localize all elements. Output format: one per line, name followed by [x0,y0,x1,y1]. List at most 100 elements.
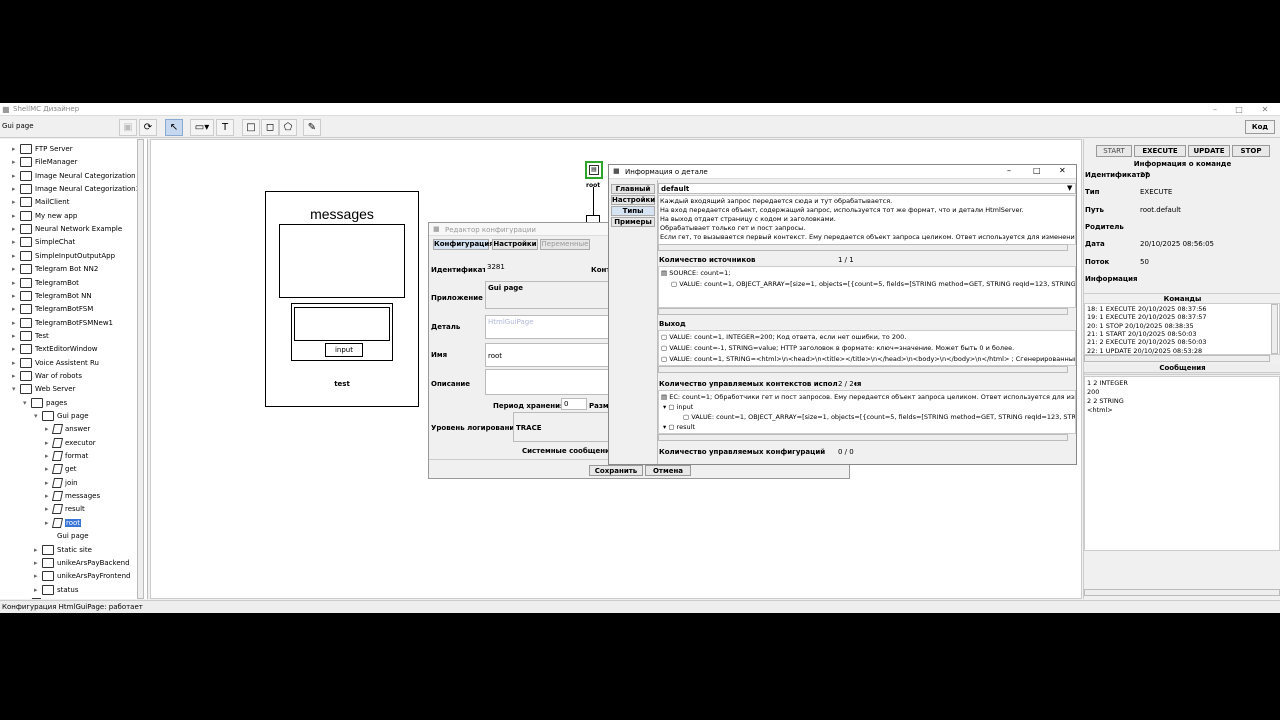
tree-item[interactable]: ▸ TelegramBot NN [12,290,92,302]
tab-variables[interactable]: Переменные [540,239,590,250]
close-icon[interactable]: ✕ [1258,104,1272,115]
save-button[interactable]: Сохранить [589,465,643,476]
side-tab-settings[interactable]: Настройки [611,195,655,205]
stop-button[interactable]: STOP [1232,145,1270,157]
pencil-tool-icon[interactable]: ✎ [303,119,321,136]
contexts-hscroll[interactable] [658,434,1068,441]
tree-item[interactable]: Gui page [45,530,89,542]
expand-icon[interactable]: ▸ [12,357,20,369]
tree-item[interactable]: ▸ messages [45,490,100,502]
expand-icon[interactable]: ▸ [12,263,20,275]
expand-icon[interactable]: ▸ [12,330,20,342]
tree-item[interactable]: ▸ unikeArsPayFrontend [34,570,130,582]
command-row[interactable]: 18: 1 EXECUTE 20/10/2025 08:37:56 [1087,305,1207,313]
tree-item[interactable]: ▸ status [34,584,79,596]
tree-item[interactable]: ▸ unikeArsPayBackend [34,557,130,569]
expand-icon[interactable]: ▸ [12,317,20,329]
expand-icon[interactable]: ▸ [23,597,31,600]
expand-icon[interactable]: ▸ [12,236,20,248]
messages-area[interactable] [279,224,405,298]
tree-item[interactable]: ▸ result [45,503,85,515]
select-tool-icon[interactable]: ↖ [165,119,183,136]
info-minimize-icon[interactable]: – [1007,166,1011,175]
context-line-1[interactable]: ▾ ▢ input [663,403,693,411]
context-line-3[interactable]: ▾ ▢ result [663,423,695,431]
expand-icon[interactable]: ▸ [34,584,42,596]
tree-item[interactable]: ▸ FileManager [12,156,77,168]
save-icon[interactable]: ▣ [119,119,137,136]
tree-item[interactable]: ▸executor [45,437,96,449]
tree-item[interactable]: ▸ MailClient [12,196,69,208]
root-node[interactable]: ▤ [585,161,603,179]
update-button[interactable]: UPDATE [1188,145,1230,157]
tree-item[interactable]: ▾ Web Server [12,383,75,395]
expand-icon[interactable]: ▸ [34,544,42,556]
commands-scrollbar[interactable] [1271,304,1278,354]
name-input[interactable]: root [485,343,609,367]
log-level-select[interactable]: TRACE [513,412,609,442]
period-input[interactable]: 0 [561,398,587,410]
commands-hscroll[interactable] [1084,355,1270,362]
expand-icon[interactable]: ▸ [12,250,20,262]
input-field-box[interactable] [294,307,390,341]
messages-hscroll[interactable] [1084,589,1280,596]
tree-item[interactable]: ▸ root [45,517,82,529]
minimize-icon[interactable]: – [1208,104,1222,115]
tree-item[interactable]: ▸ TextEditorWindow [12,343,97,355]
tree-item[interactable]: ▸ format [45,450,88,462]
context-select[interactable]: default [658,183,1076,194]
expand-icon[interactable]: ▸ [34,570,42,582]
commands-list[interactable]: 18: 1 EXECUTE 20/10/2025 08:37:56 19: 1 E… [1084,303,1280,355]
desc-hscroll[interactable] [658,244,1068,251]
shape-tool-icon[interactable]: ⬠ [279,119,297,136]
expand-icon[interactable]: ▸ [12,223,20,235]
command-row[interactable]: 20: 1 STOP 20/10/2025 08:38:35 [1087,322,1194,330]
expand-icon[interactable]: ▸ [12,290,20,302]
expand-icon[interactable]: ▸ [12,170,20,182]
tree-item[interactable]: ▸ SimpleInputOutputApp [12,250,115,262]
frame-tool-icon[interactable]: □ [242,119,260,136]
tree-item[interactable]: ▸ Test [12,330,49,342]
command-row[interactable]: 21: 1 START 20/10/2025 08:50:03 [1087,330,1197,338]
tree-item[interactable]: ▸ Telegram Bot NN2 [12,263,98,275]
expand-icon[interactable]: ▸ [34,557,42,569]
expand-icon[interactable]: ▸ [12,183,20,195]
info-maximize-icon[interactable]: □ [1033,166,1041,175]
expand-icon[interactable]: ▸ [12,343,20,355]
page-mockup[interactable]: messages input test [265,191,419,407]
tree-item[interactable]: ▾ pages [23,397,67,409]
collapse-icon[interactable]: ▾ [12,383,20,395]
side-tab-types[interactable]: Типы [611,206,655,216]
collapse-icon[interactable]: ▾ [34,410,42,422]
side-tab-main[interactable]: Главный [611,184,655,194]
execute-button[interactable]: EXECUTE [1134,145,1186,157]
command-row[interactable]: 19: 1 EXECUTE 20/10/2025 08:37:57 [1087,313,1207,321]
expand-icon[interactable]: ▸ [12,303,20,315]
refresh-icon[interactable]: ⟳ [139,119,157,136]
expand-icon[interactable]: ▸ [12,196,20,208]
cancel-button[interactable]: Отмена [645,465,691,476]
expand-icon[interactable]: ▸ [12,277,20,289]
rectangle-tool-icon[interactable]: ▭▾ [190,119,214,136]
tree-item[interactable]: ▸ SimpleChat [12,236,75,248]
expand-icon[interactable]: ▸ [12,156,20,168]
tree-item[interactable]: ▸ Image Neural Categorization1 [12,183,140,195]
tree-item[interactable]: ▸ My new app [12,210,77,222]
tab-configuration[interactable]: Конфигурация [433,239,494,250]
tree-scrollbar[interactable] [137,139,144,599]
tree-item[interactable]: ▸ Image Neural Categorization [12,170,136,182]
square-tool-icon[interactable]: ◻ [261,119,279,136]
maximize-icon[interactable]: □ [1232,104,1246,115]
tree-item[interactable]: ▸ TelegramBotFSM [12,303,93,315]
input-button[interactable]: input [325,343,363,357]
collapse-icon[interactable]: ▾ [23,397,31,409]
start-button[interactable]: START [1096,145,1132,157]
input-group[interactable]: input [291,303,393,361]
tree-item[interactable]: ▸ TelegramBotFSMNew1 [12,317,113,329]
text-tool-icon[interactable]: T [216,119,234,136]
tree-item[interactable]: ▸ join [45,477,78,489]
tree-item[interactable]: ▸ answer [45,423,90,435]
command-row[interactable]: 21: 2 EXECUTE 20/10/2025 08:50:03 [1087,338,1207,346]
expand-icon[interactable]: ▸ [12,143,20,155]
description-input[interactable] [485,369,609,395]
